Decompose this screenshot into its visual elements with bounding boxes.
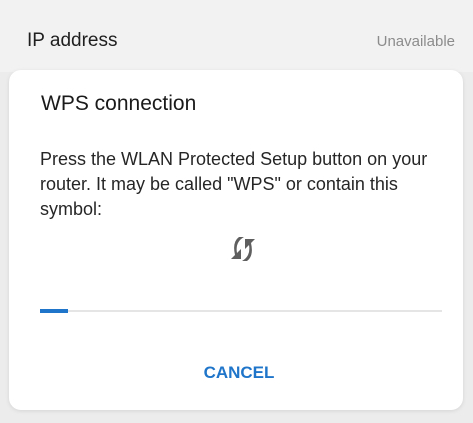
ip-address-row: IP address Unavailable (0, 0, 473, 72)
dialog-message: Press the WLAN Protected Setup button on… (40, 149, 428, 219)
wps-sync-icon (227, 233, 259, 265)
dialog-title: WPS connection (41, 92, 197, 115)
cancel-button[interactable]: CANCEL (189, 357, 289, 389)
wps-progress-bar (40, 309, 442, 313)
wps-connection-dialog: WPS connection Press the WLAN Protected … (9, 70, 463, 410)
ip-address-value: Unavailable (376, 33, 455, 50)
ip-address-label: IP address (27, 30, 118, 51)
wps-dialog-screen: IP address Unavailable WPS connection Pr… (0, 0, 473, 423)
wps-progress-fill (40, 309, 69, 313)
